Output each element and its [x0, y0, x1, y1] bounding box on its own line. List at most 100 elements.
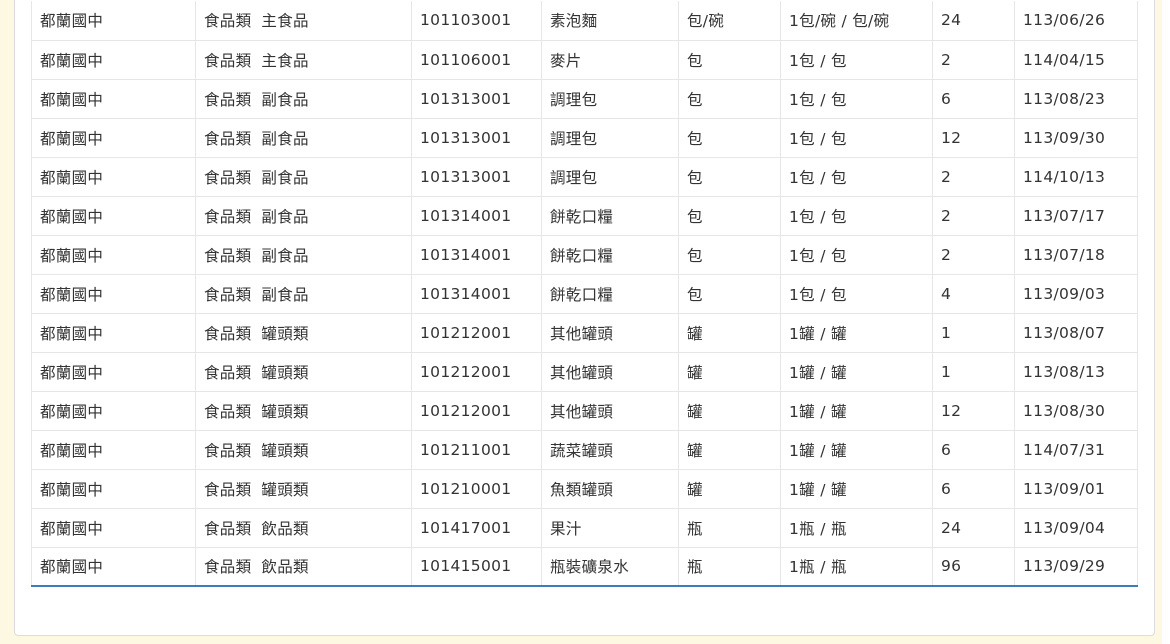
cell-school: 都蘭國中	[31, 1, 196, 41]
cell-item-name: 餅乾口糧	[541, 274, 679, 314]
cell-expiry-date: 113/08/23	[1014, 79, 1138, 119]
cell-expiry-date: 113/09/03	[1014, 274, 1138, 314]
item-name: 蔬菜罐頭	[550, 441, 614, 460]
item-name: 其他罐頭	[550, 363, 614, 382]
expiry-date: 114/07/31	[1023, 440, 1106, 459]
category-sub: 副食品	[261, 90, 309, 109]
cell-school: 都蘭國中	[31, 274, 196, 314]
cell-unit: 罐	[678, 430, 781, 470]
school-name: 都蘭國中	[40, 51, 104, 70]
school-name: 都蘭國中	[40, 558, 104, 577]
item-unit: 罐	[687, 363, 703, 382]
item-code: 101417001	[420, 518, 512, 537]
cell-item-code: 101103001	[411, 1, 542, 41]
item-spec: 1罐 / 罐	[789, 480, 847, 499]
expiry-date: 113/09/01	[1023, 479, 1106, 498]
cell-school: 都蘭國中	[31, 118, 196, 158]
school-name: 都蘭國中	[40, 519, 104, 538]
cell-school: 都蘭國中	[31, 79, 196, 119]
cell-item-name: 蔬菜罐頭	[541, 430, 679, 470]
cell-quantity: 6	[932, 469, 1015, 509]
cell-spec: 1包 / 包	[780, 274, 933, 314]
cell-unit: 包/碗	[678, 1, 781, 41]
cell-school: 都蘭國中	[31, 430, 196, 470]
cell-school: 都蘭國中	[31, 313, 196, 353]
cell-category: 食品類 副食品	[195, 235, 412, 275]
cell-expiry-date: 113/09/01	[1014, 469, 1138, 509]
inventory-table-body: 都蘭國中 食品類 主食品 101103001 素泡麵 包/碗 1包/碗 / 包/碗 24 113…	[31, 1, 1138, 587]
expiry-date: 113/08/30	[1023, 401, 1106, 420]
cell-quantity: 1	[932, 352, 1015, 392]
cell-category: 食品類 主食品	[195, 1, 412, 41]
cell-unit: 包	[678, 118, 781, 158]
category-main: 食品類	[204, 129, 252, 148]
table-row: 都蘭國中 食品類 主食品 101103001 素泡麵 包/碗 1包/碗 / 包/碗 24 113…	[31, 1, 1138, 41]
cell-spec: 1瓶 / 瓶	[780, 547, 933, 587]
cell-category: 食品類 罐頭類	[195, 430, 412, 470]
cell-spec: 1罐 / 罐	[780, 313, 933, 353]
school-name: 都蘭國中	[40, 441, 104, 460]
cell-spec: 1包 / 包	[780, 235, 933, 275]
item-unit: 包	[687, 285, 703, 304]
cell-quantity: 2	[932, 196, 1015, 236]
category-sub: 主食品	[261, 12, 309, 31]
cell-school: 都蘭國中	[31, 391, 196, 431]
school-name: 都蘭國中	[40, 12, 104, 31]
cell-unit: 瓶	[678, 547, 781, 587]
item-spec: 1罐 / 罐	[789, 441, 847, 460]
item-unit: 包	[687, 246, 703, 265]
cell-item-name: 素泡麵	[541, 1, 679, 41]
cell-item-code: 101211001	[411, 430, 542, 470]
cell-spec: 1包 / 包	[780, 79, 933, 119]
cell-school: 都蘭國中	[31, 196, 196, 236]
expiry-date: 113/09/30	[1023, 128, 1106, 147]
cell-category: 食品類 飲品類	[195, 547, 412, 587]
cell-category: 食品類 副食品	[195, 274, 412, 314]
cell-school: 都蘭國中	[31, 508, 196, 548]
category-sub: 飲品類	[261, 558, 309, 577]
item-unit: 瓶	[687, 519, 703, 538]
item-spec: 1包 / 包	[789, 90, 847, 109]
cell-spec: 1包 / 包	[780, 40, 933, 80]
category-sub: 罐頭類	[261, 363, 309, 382]
cell-item-name: 其他罐頭	[541, 313, 679, 353]
expiry-date: 113/09/29	[1023, 557, 1106, 576]
cell-category: 食品類 副食品	[195, 196, 412, 236]
cell-expiry-date: 114/10/13	[1014, 157, 1138, 197]
item-spec: 1包 / 包	[789, 168, 847, 187]
category-main: 食品類	[204, 285, 252, 304]
cell-spec: 1包 / 包	[780, 118, 933, 158]
cell-item-code: 101313001	[411, 79, 542, 119]
table-row: 都蘭國中 食品類 罐頭類 101212001 其他罐頭 罐 1罐 / 罐 1 113/08/07	[31, 313, 1138, 353]
item-code: 101313001	[420, 128, 512, 147]
table-row: 都蘭國中 食品類 副食品 101313001 調理包 包 1包 / 包 12 113/09/30	[31, 118, 1138, 158]
item-code: 101211001	[420, 440, 512, 459]
table-row: 都蘭國中 食品類 罐頭類 101210001 魚類罐頭 罐 1罐 / 罐 6 113/09/01	[31, 469, 1138, 509]
table-row: 都蘭國中 食品類 罐頭類 101212001 其他罐頭 罐 1罐 / 罐 1 113/08/13	[31, 352, 1138, 392]
cell-item-name: 調理包	[541, 79, 679, 119]
category-main: 食品類	[204, 90, 252, 109]
table-row: 都蘭國中 食品類 副食品 101314001 餅乾口糧 包 1包 / 包 2 113/07/17	[31, 196, 1138, 236]
item-name: 其他罐頭	[550, 324, 614, 343]
item-unit: 包	[687, 207, 703, 226]
cell-unit: 罐	[678, 313, 781, 353]
item-code: 101415001	[420, 557, 512, 576]
item-quantity: 2	[941, 245, 952, 264]
item-name: 果汁	[550, 519, 582, 538]
cell-school: 都蘭國中	[31, 235, 196, 275]
item-spec: 1包 / 包	[789, 129, 847, 148]
cell-item-name: 其他罐頭	[541, 391, 679, 431]
item-spec: 1包 / 包	[789, 51, 847, 70]
item-spec: 1包 / 包	[789, 285, 847, 304]
school-name: 都蘭國中	[40, 363, 104, 382]
school-name: 都蘭國中	[40, 480, 104, 499]
cell-item-code: 101314001	[411, 196, 542, 236]
table-row: 都蘭國中 食品類 飲品類 101415001 瓶裝礦泉水 瓶 1瓶 / 瓶 96 113/09/…	[31, 547, 1138, 587]
school-name: 都蘭國中	[40, 285, 104, 304]
category-sub: 罐頭類	[261, 441, 309, 460]
cell-item-code: 101314001	[411, 274, 542, 314]
item-quantity: 2	[941, 50, 952, 69]
item-unit: 罐	[687, 324, 703, 343]
category-sub: 副食品	[261, 285, 309, 304]
cell-quantity: 2	[932, 40, 1015, 80]
